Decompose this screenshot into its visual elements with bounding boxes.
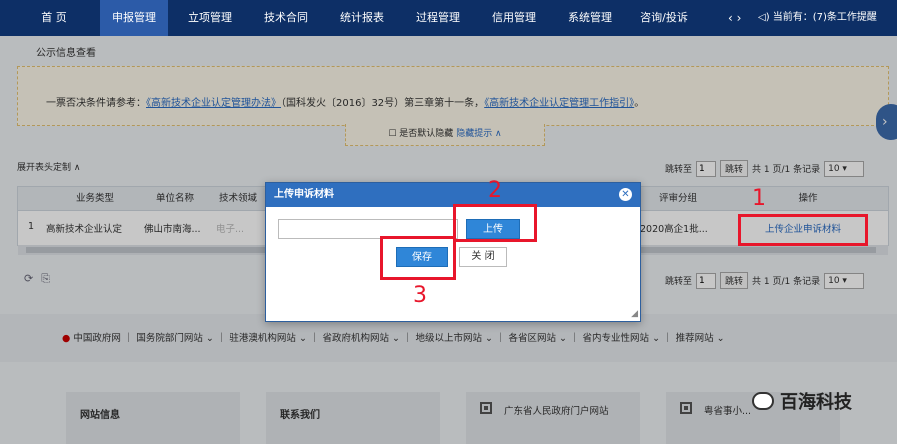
nav-contract[interactable]: 技术合同 — [252, 0, 320, 36]
annotation-number-1: 1 — [752, 186, 766, 211]
watermark-text: 百海科技 — [780, 392, 852, 413]
close-icon[interactable]: ✕ — [619, 188, 632, 201]
nav-home[interactable]: 首 页 — [24, 0, 84, 36]
nav-credit[interactable]: 信用管理 — [480, 0, 548, 36]
reminder-message[interactable]: ◁) 当前有：(7)条工作提醒 — [758, 0, 877, 36]
resize-handle-icon[interactable]: ◢ — [631, 309, 638, 319]
annotation-box-1 — [738, 214, 868, 246]
nav-stats[interactable]: 统计报表 — [328, 0, 396, 36]
close-button[interactable]: 关 闭 — [459, 247, 507, 267]
nav-consult[interactable]: 咨询/投诉 — [632, 0, 696, 36]
nav-declare[interactable]: 申报管理 — [100, 0, 168, 36]
nav-arrows[interactable]: ‹ › — [728, 0, 741, 36]
nav-process[interactable]: 过程管理 — [404, 0, 472, 36]
nav-system[interactable]: 系统管理 — [556, 0, 624, 36]
wechat-icon — [752, 392, 774, 410]
top-nav: 首 页 申报管理 立项管理 技术合同 统计报表 过程管理 信用管理 系统管理 咨… — [0, 0, 897, 36]
annotation-number-2: 2 — [488, 178, 502, 203]
annotation-box-2 — [453, 204, 537, 242]
annotation-number-3: 3 — [413, 283, 427, 308]
watermark: 百海科技 — [752, 388, 852, 414]
annotation-box-3 — [380, 236, 456, 280]
nav-project[interactable]: 立项管理 — [176, 0, 244, 36]
